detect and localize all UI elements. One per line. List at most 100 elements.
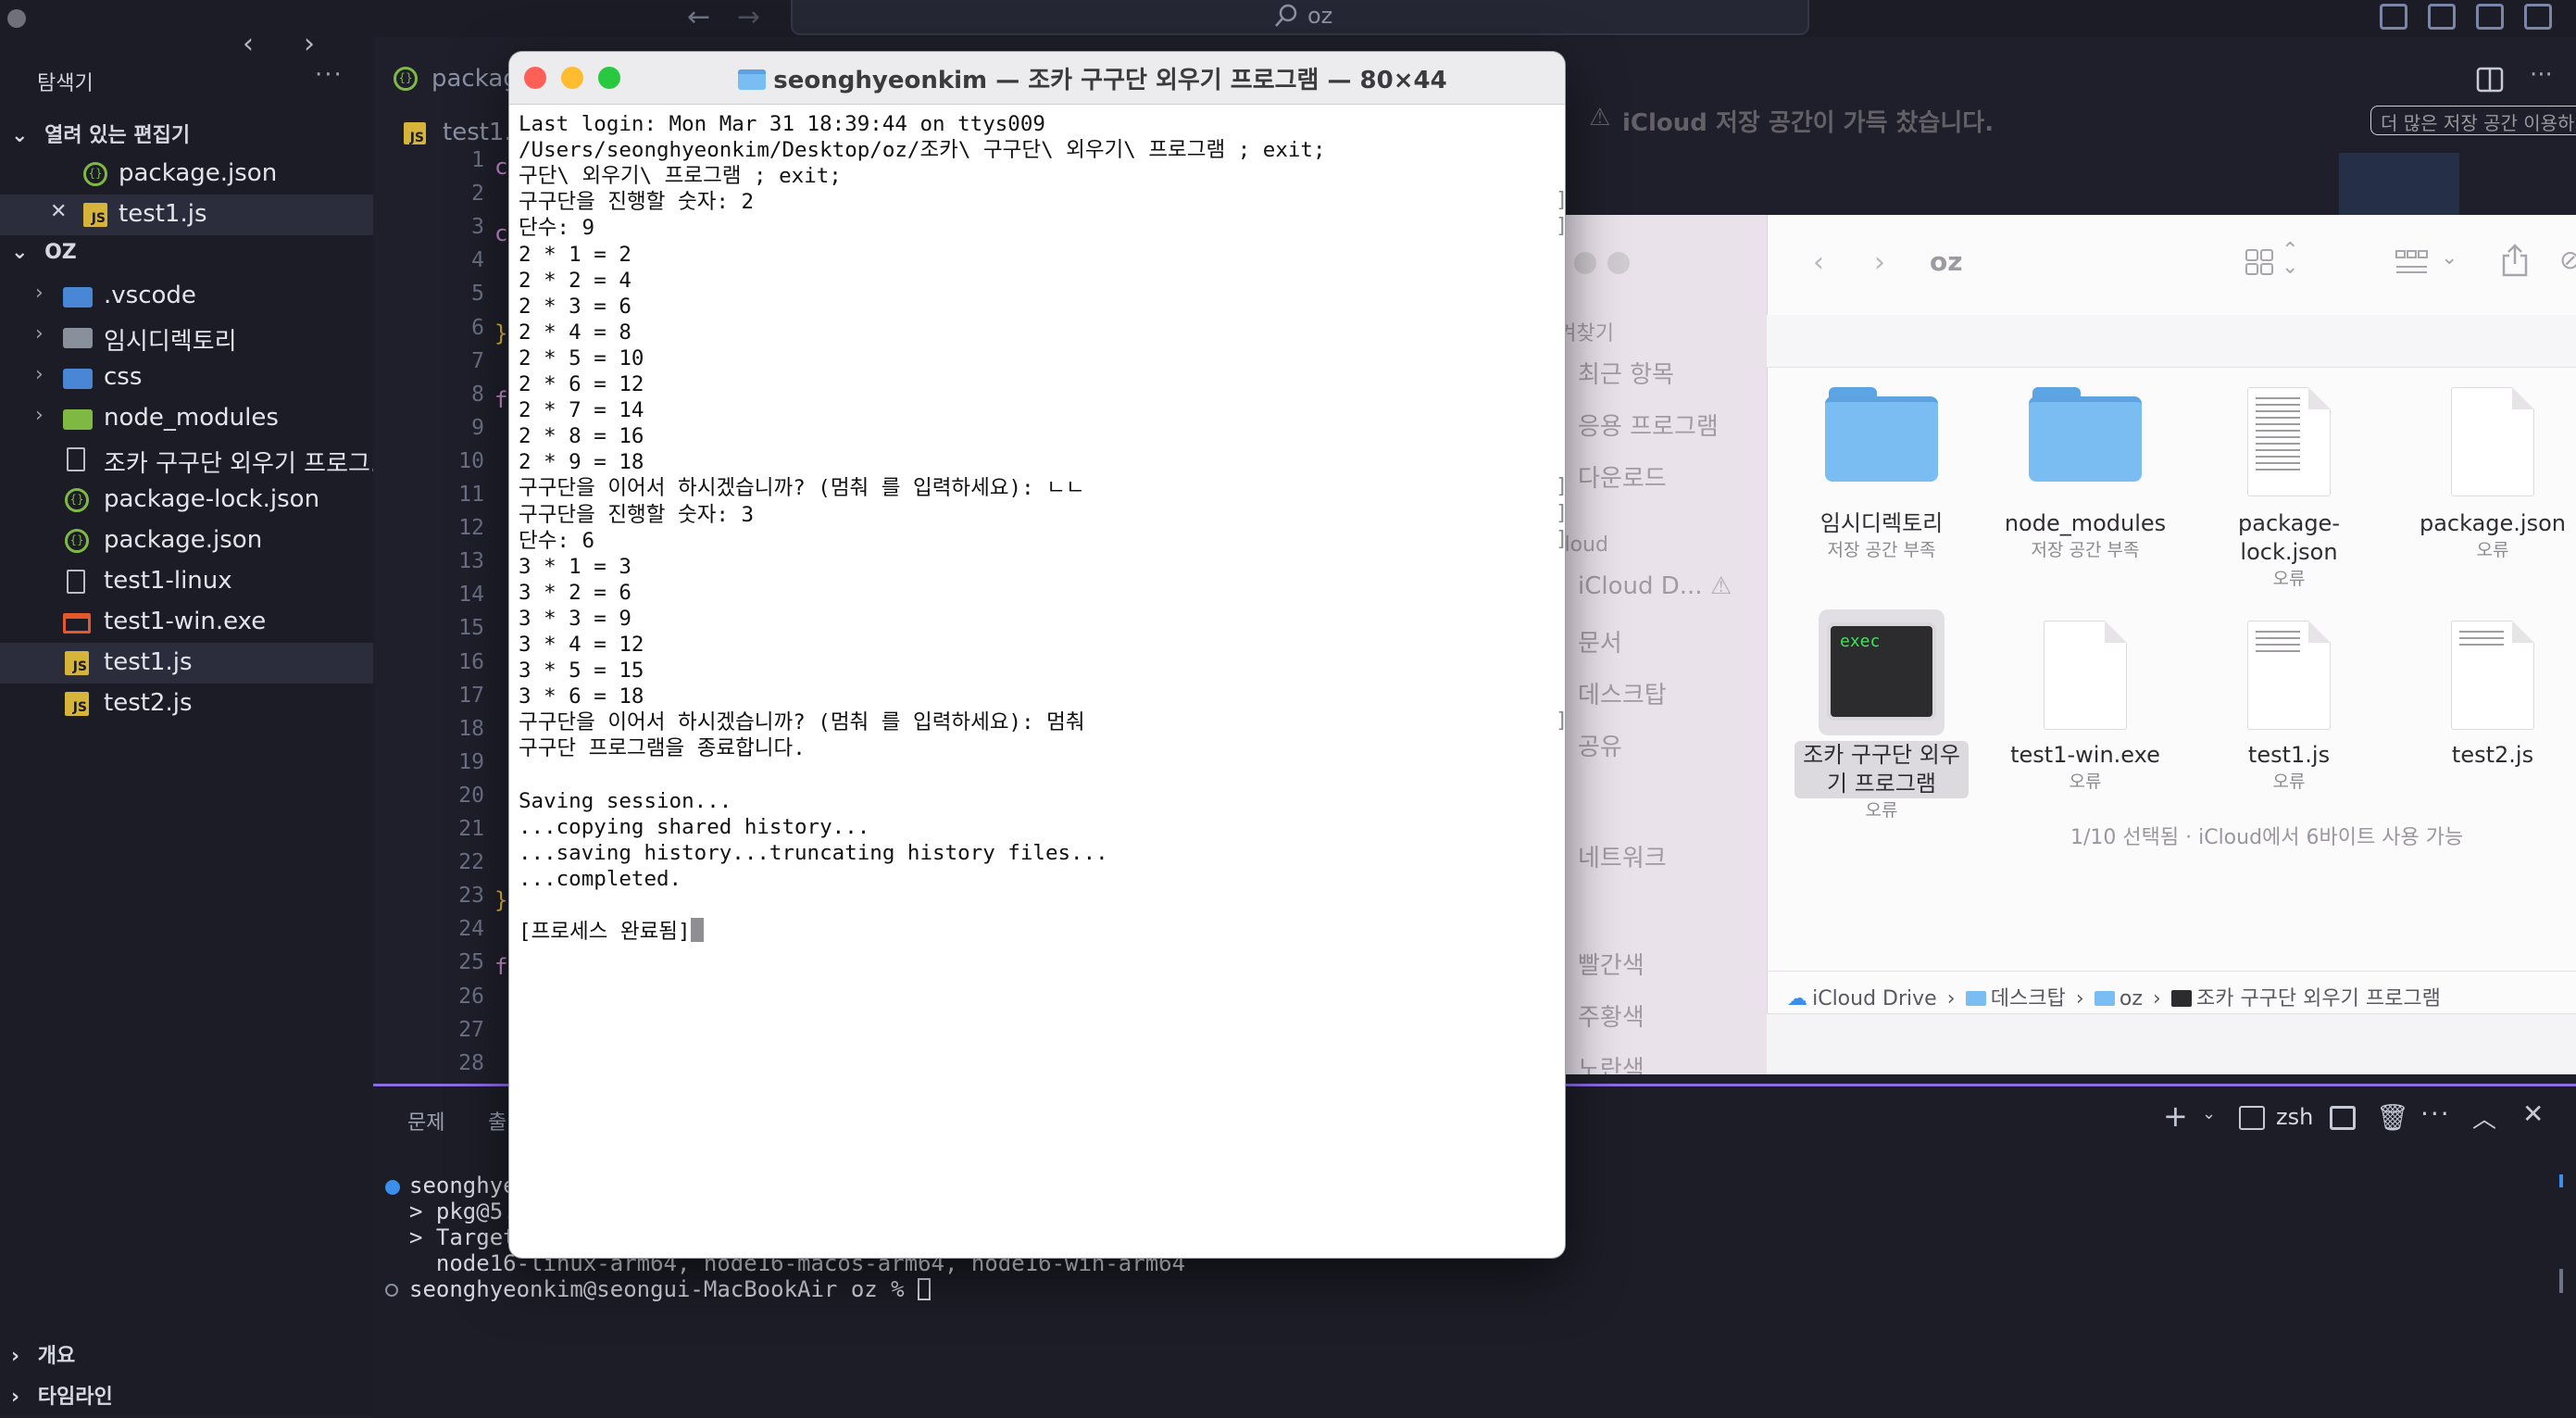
tree-item-gugudan-program[interactable]: 조카 구구단 외우기 프로그...: [0, 439, 394, 480]
minimap[interactable]: [2339, 153, 2459, 216]
command-status-dot: [385, 1180, 400, 1195]
tag-icon[interactable]: ⊘: [2559, 245, 2576, 275]
finder-item-node-modules[interactable]: node_modules 저장 공간 부족: [1993, 387, 2178, 562]
path-desktop[interactable]: 데스크탑: [1991, 987, 2066, 1010]
view-options-chevron-icon[interactable]: ⌃ ⌄: [2282, 241, 2298, 278]
share-icon[interactable]: [2500, 243, 2530, 278]
path-icloud-drive[interactable]: iCloud Drive: [1812, 987, 1937, 1010]
tree-item-test2-js[interactable]: JS test2.js: [0, 684, 373, 724]
open-editor-test1-js[interactable]: ✕ JS test1.js: [0, 195, 373, 235]
document-icon: [2451, 387, 2534, 496]
line-number: 11: [458, 483, 484, 507]
group-view-icon[interactable]: [2395, 248, 2430, 276]
tree-item-test1-js[interactable]: JS test1.js: [0, 643, 373, 684]
path-oz[interactable]: oz: [2120, 987, 2143, 1010]
finder-item-temp-dir[interactable]: 임시디렉토리 저장 공간 부족: [1789, 387, 1974, 562]
finder-item-package-lock-json[interactable]: package-lock.json 오류: [2196, 387, 2382, 591]
icon-view-icon[interactable]: [2245, 248, 2276, 276]
finder-item-test1-win-exe[interactable]: test1-win.exe 오류: [1993, 621, 2178, 794]
tree-item-test1-win-exe[interactable]: test1-win.exe: [0, 602, 373, 643]
more-actions-icon[interactable]: ···: [2530, 61, 2553, 89]
panel-tab-output[interactable]: 출: [488, 1106, 506, 1136]
sidebar-item-shared[interactable]: 공유: [1578, 728, 1622, 762]
tree-item-package-json[interactable]: {} package.json: [0, 521, 373, 561]
editor-tab-package[interactable]: packag: [431, 65, 519, 93]
editor-breadcrumb[interactable]: test1.j: [443, 119, 519, 146]
minimize-button[interactable]: [561, 67, 583, 89]
window-minimize-button[interactable]: [1574, 252, 1596, 274]
close-button[interactable]: [524, 67, 546, 89]
maximize-panel-icon[interactable]: ︿: [2472, 1100, 2496, 1135]
command-search-box[interactable]: oz: [791, 0, 1809, 35]
finder-item-package-json[interactable]: package.json 오류: [2400, 387, 2576, 562]
chevron-down-icon[interactable]: ⌄: [2202, 1104, 2216, 1123]
close-icon[interactable]: ✕: [50, 200, 67, 223]
nav-back-icon[interactable]: ←: [687, 0, 710, 35]
more-storage-button[interactable]: 더 많은 저장 공간 이용하기: [2370, 106, 2576, 135]
tree-item-node-modules[interactable]: › node_modules: [0, 398, 373, 439]
shell-label[interactable]: zsh: [2276, 1104, 2313, 1130]
finder-item-test2-js[interactable]: test2.js: [2400, 621, 2576, 770]
open-editor-package-json[interactable]: {} package.json: [0, 154, 373, 195]
path-gugudan-program[interactable]: 조카 구구단 외우기 프로그램: [2196, 987, 2441, 1010]
tree-item-test1-linux[interactable]: test1-linux: [0, 561, 373, 602]
split-editor-icon[interactable]: [2476, 67, 2504, 93]
close-panel-icon[interactable]: ✕: [2522, 1098, 2544, 1129]
terminal-output-line: ...copying shared history...: [519, 814, 870, 839]
line-number: 13: [458, 549, 484, 574]
line-number: 21: [458, 817, 484, 841]
finder-forward-icon[interactable]: ›: [1874, 246, 1885, 279]
js-file-icon: JS: [65, 692, 89, 716]
tree-item-temp-dir[interactable]: › 임시디렉토리: [0, 317, 373, 358]
window-zoom-button[interactable]: [1607, 252, 1630, 274]
new-terminal-icon[interactable]: +: [2163, 1098, 2188, 1134]
chevron-down-icon[interactable]: ⌄: [2441, 246, 2457, 270]
more-icon[interactable]: ···: [2420, 1098, 2451, 1129]
finder-back-icon[interactable]: ‹: [243, 28, 254, 60]
folder-vscode-icon: [63, 287, 93, 307]
toggle-primary-sidebar-icon[interactable]: [2380, 4, 2407, 30]
prompt-status-dot: [385, 1284, 398, 1297]
folder-icon: [63, 328, 93, 348]
finder-item-gugudan-program[interactable]: exec 조카 구구단 외우기 프로그램 오류: [1789, 609, 1974, 822]
split-terminal-icon[interactable]: [2330, 1106, 2356, 1130]
trash-icon[interactable]: 🗑: [2376, 1102, 2409, 1133]
code-fragment: f: [494, 387, 508, 413]
sidebar-item-desktop[interactable]: 데스크탑: [1578, 676, 1667, 710]
terminal-output-line: 2 * 9 = 18: [519, 450, 644, 475]
tree-item-package-lock-json[interactable]: {} package-lock.json: [0, 480, 373, 521]
timeline-section-header[interactable]: › 타임라인: [11, 1380, 113, 1410]
tree-item-css[interactable]: › css: [0, 358, 373, 398]
nav-forward-icon[interactable]: →: [737, 0, 760, 35]
sidebar-item-downloads[interactable]: 다운로드: [1578, 459, 1667, 494]
terminal-output-line: 2 * 4 = 8: [519, 320, 631, 345]
folder-oz-header[interactable]: ⌄ OZ: [11, 241, 77, 264]
js-file-icon: JS: [404, 122, 426, 145]
line-number: 1: [471, 148, 484, 172]
sidebar-item-icloud-drive[interactable]: iCloud D... ⚠: [1578, 572, 1732, 600]
finder-forward-icon[interactable]: ›: [304, 28, 315, 60]
terminal-prompt[interactable]: seonghyeonkim@seongui-MacBookAir oz %: [409, 1276, 932, 1302]
zoom-button[interactable]: [598, 67, 620, 89]
sidebar-tag-red[interactable]: 빨간색: [1578, 947, 1644, 981]
panel-tab-problems[interactable]: 문제: [407, 1106, 444, 1136]
sidebar-tag-orange[interactable]: 주황색: [1578, 998, 1644, 1033]
sidebar-item-recents[interactable]: 최근 항목: [1578, 356, 1674, 390]
sidebar-item-applications[interactable]: 응용 프로그램: [1578, 408, 1719, 442]
finder-back-icon[interactable]: ‹: [1813, 246, 1824, 279]
open-editors-header[interactable]: ⌄ 열려 있는 편집기: [11, 119, 190, 148]
toggle-panel-icon[interactable]: [2428, 4, 2456, 30]
tree-item-vscode[interactable]: › .vscode: [0, 276, 373, 317]
finder-item-test1-js[interactable]: test1.js 오류: [2196, 621, 2382, 794]
terminal-output-line: 2 * 7 = 14: [519, 398, 644, 423]
terminal-output-line: 3 * 6 = 18: [519, 684, 644, 709]
terminal-output-line: 구구단을 이어서 하시겠습니까? (멈춰 를 입력하세요): ㄴㄴ: [519, 476, 1085, 501]
toggle-secondary-sidebar-icon[interactable]: [2476, 4, 2504, 30]
customize-layout-icon[interactable]: [2524, 4, 2552, 30]
sidebar-tag-yellow[interactable]: 노란색: [1578, 1050, 1644, 1074]
window-control-dot[interactable]: [7, 9, 26, 28]
outline-section-header[interactable]: › 개요: [11, 1339, 75, 1369]
explorer-more-icon[interactable]: ···: [315, 61, 344, 89]
sidebar-item-documents[interactable]: 문서: [1578, 624, 1622, 659]
sidebar-item-network[interactable]: 네트워크: [1578, 839, 1667, 873]
